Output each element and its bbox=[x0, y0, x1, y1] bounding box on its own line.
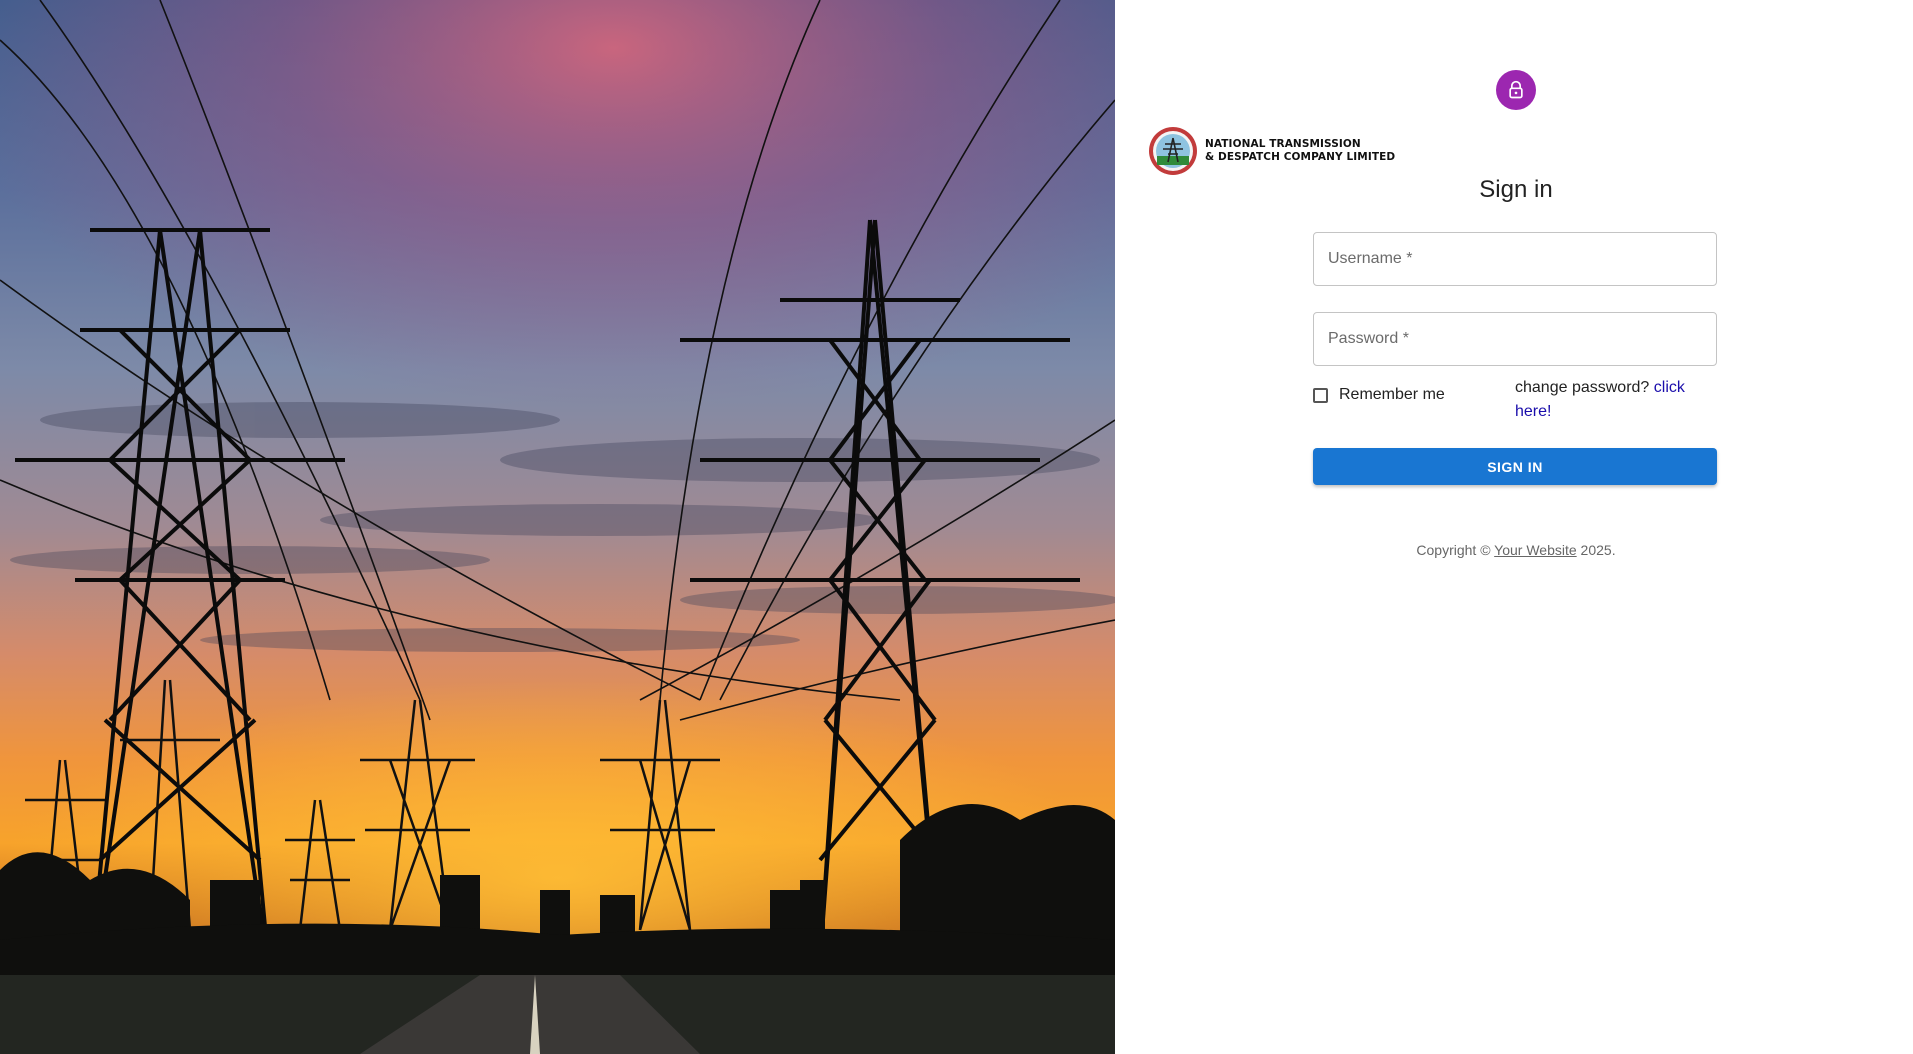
password-field[interactable] bbox=[1313, 312, 1717, 366]
change-password-text: change password? bbox=[1515, 379, 1650, 396]
copyright: Copyright © Your Website 2025. bbox=[1115, 542, 1913, 558]
username-field[interactable] bbox=[1313, 232, 1717, 286]
company-name-line-2: & DESPATCH COMPANY LIMITED bbox=[1205, 151, 1396, 163]
page-title: Sign in bbox=[1479, 176, 1553, 203]
remember-me-checkbox[interactable] bbox=[1313, 387, 1328, 403]
company-seal-logo bbox=[1149, 127, 1197, 175]
hero-image-power-lines bbox=[0, 0, 1115, 1054]
copyright-link[interactable]: Your Website bbox=[1494, 542, 1577, 558]
remember-me[interactable]: Remember me bbox=[1313, 386, 1445, 404]
login-page: NATIONAL TRANSMISSION & DESPATCH COMPANY… bbox=[0, 0, 1913, 1054]
company-brand: NATIONAL TRANSMISSION & DESPATCH COMPANY… bbox=[1148, 126, 1395, 176]
username-input[interactable] bbox=[1314, 233, 1716, 285]
remember-me-label: Remember me bbox=[1339, 386, 1445, 403]
change-password: change password? click here! bbox=[1515, 376, 1715, 424]
sign-in-button[interactable]: SIGN IN bbox=[1313, 448, 1717, 485]
company-name-line-1: NATIONAL TRANSMISSION bbox=[1205, 138, 1361, 150]
sign-in-panel: NATIONAL TRANSMISSION & DESPATCH COMPANY… bbox=[1115, 0, 1913, 1054]
copyright-prefix: Copyright © bbox=[1416, 542, 1491, 558]
lock-icon bbox=[1496, 70, 1536, 110]
password-input[interactable] bbox=[1314, 313, 1716, 365]
company-name: NATIONAL TRANSMISSION & DESPATCH COMPANY… bbox=[1205, 138, 1395, 164]
copyright-year: 2025. bbox=[1580, 542, 1616, 558]
